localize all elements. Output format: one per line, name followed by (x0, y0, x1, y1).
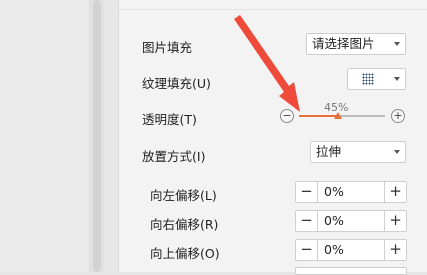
placement-label: 放置方式(I) (142, 149, 206, 164)
texture-swatch-icon (362, 73, 374, 85)
picture-fill-dropdown[interactable]: 请选择图片 (306, 33, 406, 55)
offset-up-label: 向上偏移(O) (150, 246, 220, 261)
placement-dropdown[interactable]: 拉伸 (310, 141, 406, 163)
fill-properties-panel: 图片填充 请选择图片 纹理填充(U) 透明度(T) − 45% + 放置方式(I… (118, 0, 427, 275)
vertical-scrollbar[interactable] (90, 0, 104, 272)
transparency-decrease-button[interactable]: − (280, 109, 294, 123)
offset-left-plus-button[interactable]: + (384, 182, 406, 202)
panel-divider (104, 0, 118, 272)
offset-right-plus-button[interactable]: + (384, 211, 406, 231)
offset-up-value[interactable]: 0% (324, 240, 344, 260)
offset-up-minus-button[interactable]: − (296, 240, 318, 260)
offset-left-minus-button[interactable]: − (296, 182, 318, 202)
offset-right-minus-button[interactable]: − (296, 211, 318, 231)
offset-right-stepper[interactable]: − 0% + (295, 210, 407, 232)
transparency-increase-button[interactable]: + (391, 109, 405, 123)
chevron-down-icon (394, 150, 400, 154)
document-area (0, 0, 90, 272)
texture-fill-label: 纹理填充(U) (142, 76, 211, 91)
transparency-slider-thumb[interactable] (333, 112, 342, 119)
transparency-slider-fill (299, 115, 338, 117)
offset-left-label: 向左偏移(L) (150, 188, 217, 203)
picture-fill-label: 图片填充 (142, 40, 193, 55)
scrollbar-thumb[interactable] (93, 0, 101, 272)
chevron-down-icon (394, 42, 400, 46)
texture-fill-dropdown[interactable] (347, 68, 406, 90)
panel-top-divider (119, 9, 427, 10)
offset-left-value[interactable]: 0% (324, 182, 344, 202)
offset-right-label: 向右偏移(R) (150, 217, 219, 232)
transparency-label: 透明度(T) (142, 112, 197, 127)
offset-right-value[interactable]: 0% (324, 211, 344, 231)
offset-left-stepper[interactable]: − 0% + (295, 181, 407, 203)
offset-up-plus-button[interactable]: + (384, 240, 406, 260)
picture-fill-value: 请选择图片 (312, 36, 375, 51)
chevron-down-icon (394, 77, 400, 81)
placement-value: 拉伸 (316, 144, 342, 159)
offset-up-stepper[interactable]: − 0% + (295, 239, 407, 261)
offset-next-stepper[interactable] (295, 267, 407, 275)
transparency-slider[interactable] (299, 115, 385, 117)
